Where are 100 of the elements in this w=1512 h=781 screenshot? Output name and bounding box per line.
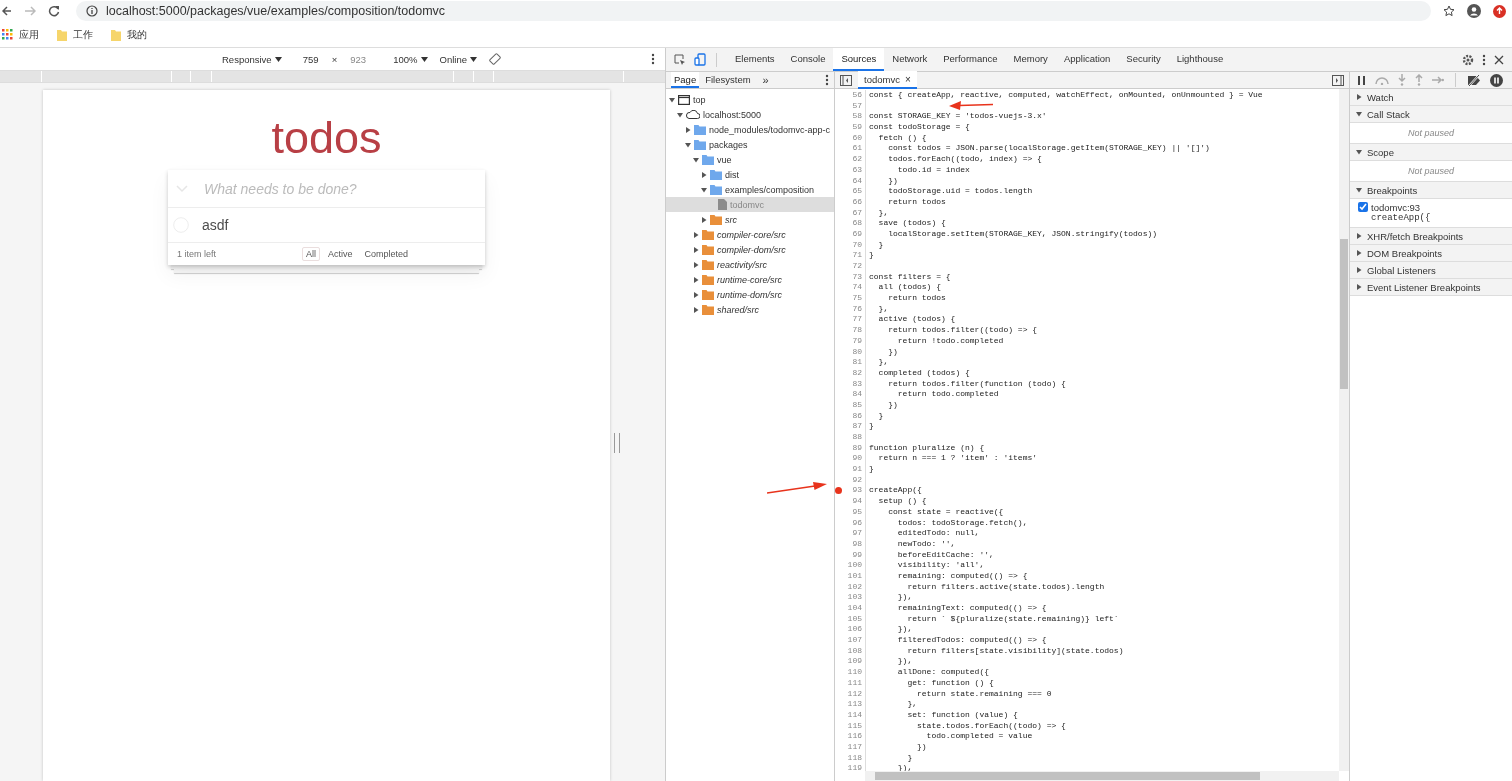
navigator-tab[interactable]: Page [671,72,700,88]
section-header[interactable]: Breakpoints [1350,182,1512,199]
expanded-arrow-icon[interactable] [693,156,699,163]
tree-item[interactable]: node_modules/todomvc-app-c [666,122,834,137]
collapsed-arrow-icon[interactable] [693,276,699,283]
filter-link[interactable]: Completed [360,247,413,261]
device-toggle-icon[interactable] [694,53,706,66]
info-icon[interactable] [86,5,98,17]
tree-item[interactable]: examples/composition [666,182,834,197]
expanded-arrow-icon[interactable] [677,111,683,118]
collapsed-arrow-icon[interactable] [693,231,699,238]
expanded-arrow-icon[interactable] [669,96,675,103]
collapsed-arrow-icon[interactable] [693,291,699,298]
filter-link[interactable]: All [302,247,321,261]
navigator-tab[interactable]: Filesystem [702,72,754,88]
collapsed-arrow-icon[interactable] [1356,94,1362,100]
star-icon[interactable] [1443,5,1455,17]
zoom-select[interactable]: 100% [393,53,428,65]
update-icon[interactable] [1493,4,1506,18]
bookmark[interactable]: 应用 [2,27,39,42]
expanded-arrow-icon[interactable] [701,186,707,193]
collapsed-arrow-icon[interactable] [1356,267,1362,273]
address-bar[interactable]: localhost:5000/packages/vue/examples/composition/todomvc [76,1,1431,21]
width-field[interactable]: 759 [297,53,324,65]
collapsed-arrow-icon[interactable] [1356,250,1362,256]
panel-tab[interactable]: Security [1118,48,1169,71]
vertical-scrollbar[interactable] [1339,89,1349,771]
caret-icon[interactable] [420,56,428,62]
horizontal-scrollbar[interactable] [865,771,1339,781]
tree-item[interactable]: compiler-core/src [666,227,834,242]
panel-tab[interactable]: Sources [833,48,885,71]
section-header[interactable]: Call Stack [1350,106,1512,123]
sidebar-toggle-icon[interactable] [1332,74,1344,86]
settings-icon[interactable] [1462,53,1474,66]
reload-icon[interactable] [48,5,60,17]
more-icon[interactable] [651,53,655,65]
section-header[interactable]: DOM Breakpoints [1350,245,1512,262]
new-todo-field[interactable]: What needs to be done? [202,172,485,205]
panel-tab[interactable]: Lighthouse [1168,48,1232,71]
profile-icon[interactable] [1467,4,1481,18]
section-header[interactable]: Scope [1350,144,1512,161]
pause-exceptions-icon[interactable] [1490,73,1503,87]
more-tabs-button[interactable]: » [762,74,769,86]
section-header[interactable]: Watch [1350,89,1512,106]
filter-link[interactable]: Active [324,247,357,261]
caret-icon[interactable] [470,56,477,62]
tree-item[interactable]: shared/src [666,302,834,317]
resize-handle[interactable] [614,433,620,453]
more-icon[interactable] [1482,53,1486,66]
close-tab-button[interactable]: × [904,73,911,85]
breakpoint-dot[interactable] [835,487,842,495]
collapsed-arrow-icon[interactable] [1356,284,1362,290]
tree-item[interactable]: vue [666,152,834,167]
tree-item[interactable]: dist [666,167,834,182]
breakpoint-checkbox[interactable] [1358,202,1368,212]
expanded-arrow-icon[interactable] [1356,187,1362,193]
section-header[interactable]: Global Listeners [1350,262,1512,279]
close-icon[interactable] [1494,54,1504,65]
rotate-icon[interactable] [489,53,501,65]
editor-tab[interactable]: todomvc × [858,71,917,89]
device-select[interactable]: Responsive [222,53,282,65]
bookmark[interactable]: 工作 [57,27,93,42]
pause-icon[interactable] [1358,75,1366,85]
bookmark[interactable]: 我的 [111,27,147,42]
panel-tab[interactable]: Network [884,48,936,71]
section-header[interactable]: Event Listener Breakpoints [1350,279,1512,296]
more-icon[interactable] [825,74,829,86]
deactivate-breakpoints-icon[interactable] [1467,74,1481,86]
breakpoint-location[interactable]: todomvc:93 [1371,202,1431,213]
tree-item[interactable]: top [666,92,834,107]
section-header[interactable]: XHR/fetch Breakpoints [1350,228,1512,245]
collapsed-arrow-icon[interactable] [1356,233,1362,239]
panel-tab[interactable]: Console [782,48,834,71]
collapsed-arrow-icon[interactable] [701,216,707,223]
tree-item[interactable]: packages [666,137,834,152]
tree-item[interactable]: reactivity/src [666,257,834,272]
inspect-icon[interactable] [674,53,686,66]
expanded-arrow-icon[interactable] [685,141,691,148]
throttle-select[interactable]: Online [439,53,477,65]
apps-icon[interactable] [2,29,13,40]
panel-tab[interactable]: Elements [727,48,783,71]
tree-item[interactable]: src [666,212,834,227]
collapsed-arrow-icon[interactable] [701,171,707,178]
collapsed-arrow-icon[interactable] [685,126,691,133]
back-icon[interactable] [2,5,12,17]
panel-tab[interactable]: Application [1055,48,1119,71]
collapsed-arrow-icon[interactable] [693,306,699,313]
panel-tab[interactable]: Memory [1005,48,1056,71]
tree-item[interactable]: compiler-dom/src [666,242,834,257]
caret-icon[interactable] [274,56,282,62]
tree-item[interactable]: localhost:5000 [666,107,834,122]
expanded-arrow-icon[interactable] [1356,149,1362,155]
tree-item[interactable]: runtime-core/src [666,272,834,287]
height-field[interactable]: 923 [345,53,372,65]
tree-item[interactable]: runtime-dom/src [666,287,834,302]
sidebar-toggle-icon[interactable] [840,74,852,86]
expanded-arrow-icon[interactable] [1356,111,1362,117]
collapsed-arrow-icon[interactable] [693,261,699,268]
panel-tab[interactable]: Performance [935,48,1006,71]
collapsed-arrow-icon[interactable] [693,246,699,253]
